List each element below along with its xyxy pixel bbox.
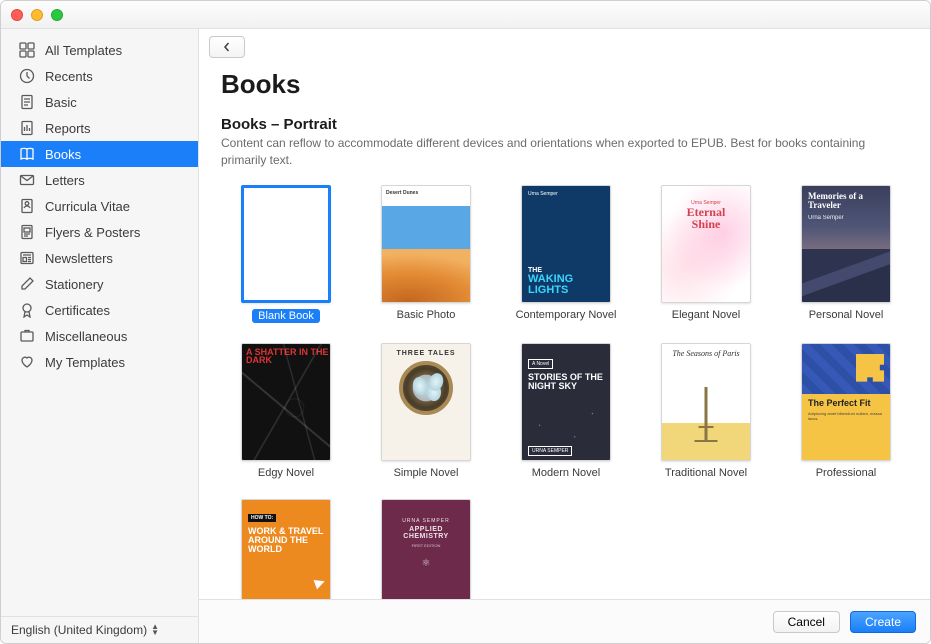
sidebar-item-letters[interactable]: Letters xyxy=(1,167,198,193)
sidebar-item-flyers[interactable]: Flyers & Posters xyxy=(1,219,198,245)
back-button[interactable] xyxy=(209,36,245,58)
sidebar-item-misc[interactable]: Miscellaneous xyxy=(1,323,198,349)
main: Books Books – Portrait Content can reflo… xyxy=(199,29,930,643)
sidebar-item-label: Reports xyxy=(45,121,91,136)
sidebar-item-label: Books xyxy=(45,147,81,162)
sidebar-item-stationery[interactable]: Stationery xyxy=(1,271,198,297)
page-title: Books xyxy=(221,69,908,100)
body: All Templates Recents Basic Reports Book… xyxy=(1,29,930,643)
sidebar-item-all-templates[interactable]: All Templates xyxy=(1,37,198,63)
create-button[interactable]: Create xyxy=(850,611,916,633)
sidebar-item-newsletters[interactable]: Newsletters xyxy=(1,245,198,271)
template-label: Traditional Novel xyxy=(665,467,747,479)
sidebar-item-basic[interactable]: Basic xyxy=(1,89,198,115)
sidebar-list: All Templates Recents Basic Reports Book… xyxy=(1,29,198,616)
template-thumbnail: The Seasons of Paris xyxy=(661,343,751,461)
template-textbook[interactable]: URNA SEMPERAPPLIED CHEMISTRYFIRST EDITIO… xyxy=(361,499,491,599)
template-label: Blank Book xyxy=(252,309,320,323)
template-label: Modern Novel xyxy=(532,467,600,479)
footer: Cancel Create xyxy=(199,599,930,643)
sidebar-item-label: All Templates xyxy=(45,43,122,58)
template-label: Basic Photo xyxy=(397,309,456,321)
titlebar[interactable] xyxy=(1,1,930,29)
template-thumbnail: Memories of a TravelerUrna Semper xyxy=(801,185,891,303)
template-thumbnail: Desert Dunes xyxy=(381,185,471,303)
template-thumbnail: Urna SemperTHEWAKING LIGHTS xyxy=(521,185,611,303)
template-thumbnail: A NovelSTORIES OF THE NIGHT SKYURNA SEMP… xyxy=(521,343,611,461)
template-thumbnail: URNA SEMPERAPPLIED CHEMISTRYFIRST EDITIO… xyxy=(381,499,471,599)
sidebar-item-cv[interactable]: Curricula Vitae xyxy=(1,193,198,219)
sidebar-item-recents[interactable]: Recents xyxy=(1,63,198,89)
close-window-button[interactable] xyxy=(11,9,23,21)
template-thumbnail: A SHATTER IN THE DARK xyxy=(241,343,331,461)
sidebar-item-label: Basic xyxy=(45,95,77,110)
language-popup[interactable]: English (United Kingdom) ▲▼ xyxy=(1,616,198,643)
section-title: Books – Portrait xyxy=(221,116,908,133)
popup-arrows-icon: ▲▼ xyxy=(151,624,159,636)
language-label: English (United Kingdom) xyxy=(11,623,147,637)
sidebar-item-label: Letters xyxy=(45,173,85,188)
sidebar: All Templates Recents Basic Reports Book… xyxy=(1,29,199,643)
template-label: Simple Novel xyxy=(394,467,459,479)
toolbar xyxy=(199,29,930,65)
minimize-window-button[interactable] xyxy=(31,9,43,21)
template-grid: Blank Book Desert Dunes Basic Photo Urna… xyxy=(221,185,908,599)
template-chooser-window: All Templates Recents Basic Reports Book… xyxy=(0,0,931,644)
template-thumbnail: THREE TALES xyxy=(381,343,471,461)
sidebar-item-label: Curricula Vitae xyxy=(45,199,130,214)
sidebar-item-certificates[interactable]: Certificates xyxy=(1,297,198,323)
template-thumbnail: HOW TO:WORK & TRAVEL AROUND THE WORLDURN… xyxy=(241,499,331,599)
template-contemporary-novel[interactable]: Urna SemperTHEWAKING LIGHTS Contemporary… xyxy=(501,185,631,323)
template-edgy-novel[interactable]: A SHATTER IN THE DARK Edgy Novel xyxy=(221,343,351,479)
sidebar-item-label: Newsletters xyxy=(45,251,113,266)
template-simple-novel[interactable]: THREE TALES Simple Novel xyxy=(361,343,491,479)
template-instructional[interactable]: HOW TO:WORK & TRAVEL AROUND THE WORLDURN… xyxy=(221,499,351,599)
template-label: Elegant Novel xyxy=(672,309,741,321)
template-professional[interactable]: The Perfect FitAdipiscing amet bibendum … xyxy=(781,343,911,479)
template-label: Professional xyxy=(816,467,877,479)
section-description: Content can reflow to accommodate differ… xyxy=(221,135,881,169)
maximize-window-button[interactable] xyxy=(51,9,63,21)
sidebar-item-label: Stationery xyxy=(45,277,104,292)
template-label: Edgy Novel xyxy=(258,467,314,479)
cancel-button[interactable]: Cancel xyxy=(773,611,840,633)
sidebar-item-reports[interactable]: Reports xyxy=(1,115,198,141)
template-thumbnail xyxy=(241,185,331,303)
sidebar-item-label: Flyers & Posters xyxy=(45,225,140,240)
template-label: Contemporary Novel xyxy=(516,309,617,321)
template-elegant-novel[interactable]: Urna SemperEternalShine Elegant Novel xyxy=(641,185,771,323)
template-blank-book[interactable]: Blank Book xyxy=(221,185,351,323)
sidebar-item-my-templates[interactable]: My Templates xyxy=(1,349,198,375)
sidebar-item-label: Miscellaneous xyxy=(45,329,127,344)
sidebar-item-label: Recents xyxy=(45,69,93,84)
template-label: Personal Novel xyxy=(809,309,884,321)
sidebar-item-books[interactable]: Books xyxy=(1,141,198,167)
template-thumbnail: The Perfect FitAdipiscing amet bibendum … xyxy=(801,343,891,461)
sidebar-item-label: My Templates xyxy=(45,355,125,370)
sidebar-item-label: Certificates xyxy=(45,303,110,318)
template-thumbnail: Urna SemperEternalShine xyxy=(661,185,751,303)
template-personal-novel[interactable]: Memories of a TravelerUrna Semper Person… xyxy=(781,185,911,323)
template-traditional-novel[interactable]: The Seasons of Paris Traditional Novel xyxy=(641,343,771,479)
template-modern-novel[interactable]: A NovelSTORIES OF THE NIGHT SKYURNA SEMP… xyxy=(501,343,631,479)
content-scroll[interactable]: Books Books – Portrait Content can reflo… xyxy=(199,65,930,599)
template-basic-photo[interactable]: Desert Dunes Basic Photo xyxy=(361,185,491,323)
